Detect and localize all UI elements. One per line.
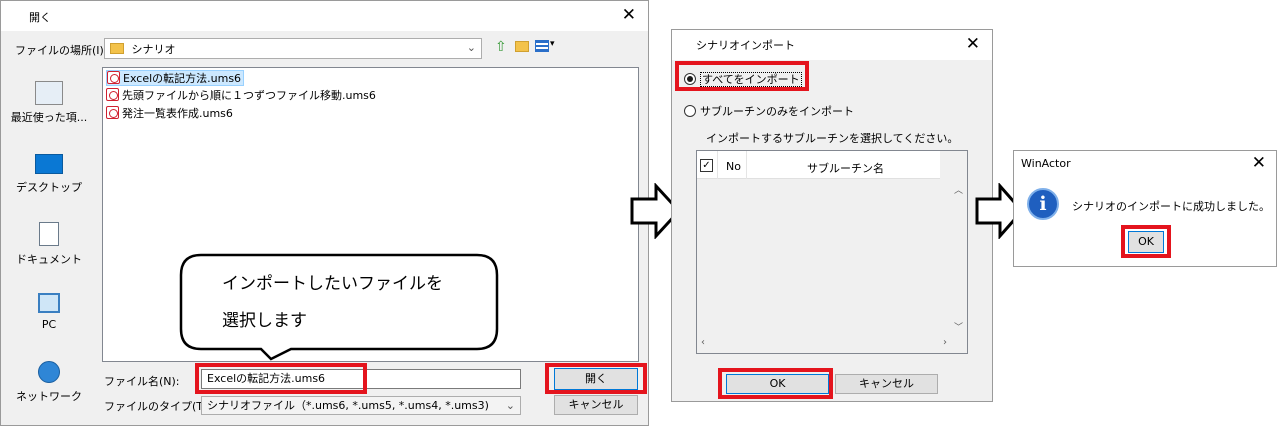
radio-label: サブルーチンのみをインポート [700,105,854,118]
file-name: Excelの転記方法.ums6 [123,72,242,85]
message-text: シナリオのインポートに成功しました。 [1072,200,1270,213]
radio-import-subroutine[interactable]: サブルーチンのみをインポート [684,103,854,119]
callout-line-1: インポートしたいファイルを [222,274,443,294]
sidebar-item-recent[interactable]: 最近使った項... [1,81,97,129]
winactor-message-dialog: WinActor ✕ i シナリオのインポートに成功しました。 OK [1013,150,1277,267]
location-value: シナリオ [131,43,176,56]
file-icon [106,88,119,101]
list-item[interactable]: 先頭ファイルから順に１つずつファイル移動.ums6 [106,88,376,104]
scroll-right-icon[interactable]: › [943,337,947,348]
sidebar-item-label: ドキュメント [16,253,82,266]
sidebar-item-label: PC [41,318,57,331]
horizontal-scrollbar[interactable]: ‹ › [697,336,951,353]
filetype-label: ファイルのタイプ(T): [104,400,212,413]
folder-icon [110,43,124,54]
subroutine-table[interactable]: ✓ No サブルーチン名 ︿ ﹀ ‹ › [696,150,968,354]
highlight-box [675,61,809,91]
file-name: 先頭ファイルから順に１つずつファイル移動.ums6 [122,89,376,102]
column-divider [717,151,718,179]
open-file-dialog: 開く ✕ ファイルの場所(I): シナリオ ⌄ ⇧ ▾ 最近使った項... デス… [0,0,649,426]
up-folder-icon[interactable]: ⇧ [495,39,507,55]
sidebar-item-label: 最近使った項... [10,111,88,124]
file-name: 発注一覧表作成.ums6 [122,107,233,120]
cancel-button[interactable]: キャンセル [835,374,938,394]
sidebar-item-network[interactable]: ネットワーク [1,361,97,406]
network-icon [38,361,60,383]
cancel-button-label: キャンセル [568,398,624,411]
filename-label: ファイル名(N): [104,375,180,388]
instruction-text: インポートするサブルーチンを選択してください。 [706,132,959,145]
dialog-title: シナリオインポート [696,39,795,52]
title-bar: シナリオインポート ✕ [672,30,992,60]
table-header: ✓ No サブルーチン名 [697,151,940,179]
highlight-box [545,363,647,394]
file-icon [107,71,120,84]
sidebar-item-desktop[interactable]: デスクトップ [1,154,97,199]
chevron-down-icon: ⌄ [505,399,515,412]
info-icon: i [1027,188,1059,220]
vertical-scrollbar[interactable]: ︿ ﹀ [950,179,967,337]
highlight-box [195,363,367,394]
file-icon [106,106,119,119]
list-item[interactable]: 発注一覧表作成.ums6 [106,106,233,122]
sidebar-item-documents[interactable]: ドキュメント [1,222,97,267]
location-select[interactable]: シナリオ ⌄ [104,38,482,59]
column-header-name: サブルーチン名 [807,162,884,175]
filetype-value: シナリオファイル（*.ums6, *.ums5, *.ums4, *.ums3) [207,399,489,412]
chevron-down-icon: ⌄ [466,41,476,54]
computer-icon [38,293,60,313]
cancel-button-label: キャンセル [859,377,914,390]
dialog-title: 開く [29,11,51,24]
document-icon [39,222,59,246]
scroll-left-icon[interactable]: ‹ [701,337,705,348]
scroll-up-icon[interactable]: ︿ [954,183,963,196]
recent-icon [35,81,63,105]
sidebar-item-pc[interactable]: PC [1,293,97,335]
desktop-icon [35,154,63,174]
column-header-no: No [726,160,741,173]
new-folder-icon[interactable] [515,41,529,52]
radio-unselected-icon [684,105,696,117]
close-icon[interactable]: ✕ [622,5,636,25]
list-item[interactable]: Excelの転記方法.ums6 [106,70,245,86]
view-menu-icon[interactable] [535,40,549,52]
title-bar: WinActor ✕ [1014,151,1276,176]
dialog-title: WinActor [1021,157,1071,170]
highlight-box [1121,225,1171,258]
sidebar-item-label: デスクトップ [16,181,82,194]
close-icon[interactable]: ✕ [966,34,980,54]
sidebar-item-label: ネットワーク [16,390,82,403]
scroll-down-icon[interactable]: ﹀ [954,320,963,333]
callout-line-2: 選択します [222,311,307,331]
view-menu-arrow-icon[interactable]: ▾ [550,39,555,49]
scenario-import-dialog: シナリオインポート ✕ すべてをインポート サブルーチンのみをインポート インポ… [671,29,993,402]
location-label: ファイルの場所(I): [15,44,108,57]
filetype-select[interactable]: シナリオファイル（*.ums6, *.ums5, *.ums4, *.ums3)… [201,396,521,415]
highlight-box [718,368,833,399]
column-divider [746,151,747,179]
select-all-checkbox[interactable]: ✓ [700,159,713,172]
cancel-button[interactable]: キャンセル [554,395,638,415]
title-bar: 開く ✕ [1,1,648,31]
close-icon[interactable]: ✕ [1252,153,1266,173]
